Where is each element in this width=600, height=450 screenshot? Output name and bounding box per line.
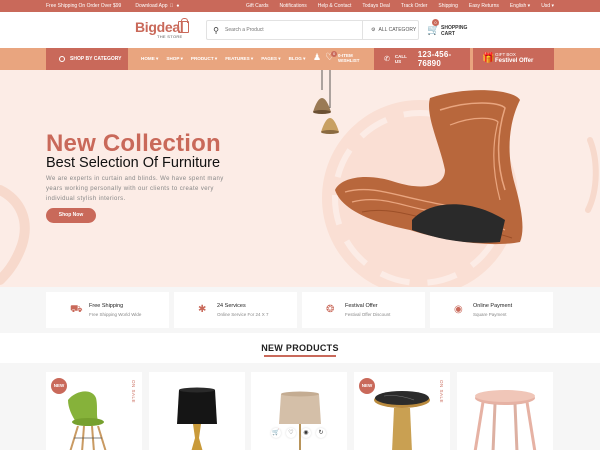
menu-home[interactable]: HOME ▾ — [141, 56, 158, 62]
section-underline — [264, 355, 336, 357]
toplink-todays-deal[interactable]: Todays Deal — [362, 3, 390, 9]
wishlist-count: 0 — [331, 51, 338, 57]
main-nav: SHOP BY CATEGORY HOME ▾ SHOP ▾ PRODUCT ▾… — [0, 48, 600, 70]
product-image-table-lamp — [177, 387, 217, 450]
menu-blog[interactable]: BLOG ▾ — [289, 56, 306, 62]
menu-shop[interactable]: SHOP ▾ — [166, 56, 183, 62]
shopping-cart[interactable]: 🛒 0 SHOPPING CART — [427, 19, 477, 41]
menu-product[interactable]: PRODUCT ▾ — [191, 56, 217, 62]
user-icon[interactable]: ♟ — [313, 52, 321, 63]
brush-stroke-left — [0, 185, 30, 285]
support-icon: ✱ — [198, 304, 207, 315]
product-grid: NEW ON SALE 🛒 ♡ ◉ ↻ NEW ON SALE — [0, 363, 600, 450]
discount-icon: ❂ — [326, 304, 335, 315]
phone-icon: ✆ — [384, 56, 390, 63]
search-icon[interactable]: ⚲ — [207, 26, 225, 35]
hero-banner: New Collection Best Selection Of Furnitu… — [0, 70, 600, 287]
new-badge: NEW — [359, 378, 375, 394]
wishlist-label[interactable]: 0-ITEM WISHLIST — [338, 53, 360, 63]
product-image-pink-stool — [473, 390, 537, 450]
gift-offer: Festivel Offer — [495, 58, 534, 64]
hero-title: New Collection — [46, 130, 221, 157]
compare-icon[interactable]: ↻ — [316, 428, 326, 438]
hero-description: We are experts in curtain and blinds. We… — [46, 176, 224, 202]
download-app-link[interactable]: Download App● — [135, 3, 179, 9]
toplink-easy-returns[interactable]: Easy Returns — [469, 3, 499, 9]
pendant-lamp-2 — [321, 118, 339, 132]
language-select[interactable]: English ▾ — [510, 3, 530, 9]
phone-number: 123-456-76890 — [417, 50, 452, 68]
pendant-lamp-1 — [313, 98, 331, 112]
truck-icon: ⛟ — [70, 304, 83, 315]
product-card-table-lamp[interactable] — [149, 372, 245, 450]
toplink-notifications[interactable]: Notifications — [280, 3, 307, 9]
call-us[interactable]: ✆ CALL US 123-456-76890 — [374, 48, 470, 70]
gift-box-offer[interactable]: 🎁 GIFT BOX Festivel Offer — [473, 48, 554, 70]
product-card-pink-stool[interactable] — [457, 372, 553, 450]
search-bar: ⚲ ⚙ALL CATEGORY — [206, 20, 419, 40]
cart-icon: 🛒 — [427, 25, 440, 36]
bag-icon — [178, 18, 189, 33]
cart-count: 0 — [432, 19, 439, 26]
menu: HOME ▾ SHOP ▾ PRODUCT ▾ FEATURES ▾ PAGES… — [141, 56, 305, 62]
toplink-help-contact[interactable]: Help & Contact — [318, 3, 352, 9]
toplink-shipping[interactable]: Shipping — [438, 3, 457, 9]
sale-badge: ON SALE — [439, 380, 444, 404]
category-icon — [59, 56, 65, 62]
logo[interactable]: Bigdeal THE STORE — [135, 18, 191, 40]
brush-stroke-right — [585, 137, 599, 213]
feature-online-payment: ◉ Online Payment Square Payment — [430, 292, 553, 328]
new-badge: NEW — [51, 378, 67, 394]
payment-icon: ◉ — [454, 304, 463, 315]
currency-select[interactable]: Usd ▾ — [541, 3, 554, 9]
add-to-cart-icon[interactable]: 🛒 — [271, 428, 281, 438]
feature-free-shipping: ⛟ Free Shipping Free Shipping World Wide — [46, 292, 169, 328]
product-card-marble-table[interactable]: NEW ON SALE — [354, 372, 450, 450]
gift-icon: 🎁 — [482, 53, 495, 64]
gift-label: GIFT BOX — [495, 52, 516, 57]
top-bar: Free Shipping On Order Over $99 Download… — [0, 0, 600, 12]
feature-24-services: ✱ 24 Services Online Service For 24 X 7 — [174, 292, 297, 328]
toplink-gift-cards[interactable]: Gift Cards — [246, 3, 269, 9]
shop-by-category-button[interactable]: SHOP BY CATEGORY — [46, 48, 128, 70]
product-card-floor-lamp[interactable]: 🛒 ♡ ◉ ↻ — [251, 372, 347, 450]
cart-label: SHOPPING CART — [441, 25, 468, 37]
section-title: NEW PRODUCTS — [261, 343, 339, 353]
call-label: CALL US — [394, 54, 407, 64]
shipping-note: Free Shipping On Order Over $99 — [46, 3, 122, 9]
wishlist-icon[interactable]: ♡ — [286, 428, 296, 438]
site-header: Bigdeal THE STORE ⚲ ⚙ALL CATEGORY 🛒 0 SH… — [0, 12, 600, 48]
feature-festival-offer: ❂ Festival Offer Festival Offer Discount — [302, 292, 425, 328]
features-strip: ⛟ Free Shipping Free Shipping World Wide… — [0, 287, 600, 333]
hero-subtitle: Best Selection Of Furniture — [46, 155, 221, 171]
search-input[interactable] — [225, 27, 362, 33]
settings-icon: ⚙ — [371, 27, 376, 33]
category-select[interactable]: ⚙ ALL CATEGORY — [362, 21, 418, 39]
product-card-green-chair[interactable]: NEW ON SALE — [46, 372, 142, 450]
logo-tag: THE STORE — [157, 34, 183, 39]
sale-badge: ON SALE — [131, 380, 136, 404]
quick-view-icon[interactable]: ◉ — [301, 428, 311, 438]
shop-now-button[interactable]: Shop Now — [46, 208, 96, 223]
menu-features[interactable]: FEATURES ▾ — [225, 56, 253, 62]
toplink-track-order[interactable]: Track Order — [401, 3, 427, 9]
menu-pages[interactable]: PAGES ▾ — [261, 56, 280, 62]
android-icon[interactable]: ● — [176, 3, 179, 9]
apple-icon[interactable]:  — [170, 3, 174, 9]
product-image-floor-lamp — [279, 391, 321, 450]
wishlist-heart-icon[interactable]: ♡ 0 — [325, 51, 338, 63]
